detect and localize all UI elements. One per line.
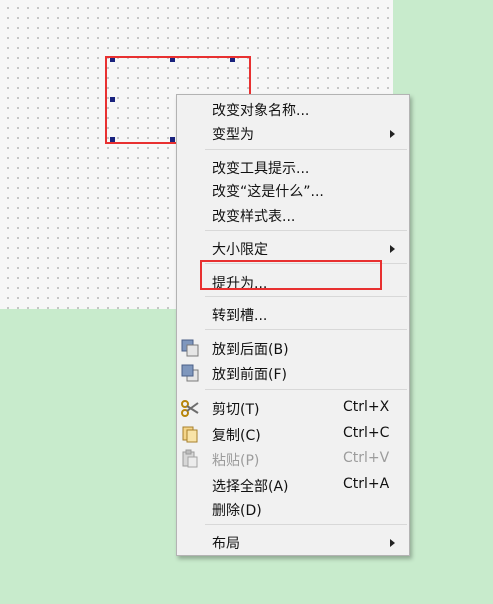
- menu-item-label: 选择全部(A): [212, 479, 289, 495]
- menu-item-label: 剪切(T): [212, 402, 260, 418]
- menu-separator: [205, 524, 407, 525]
- menu-item-rename-object[interactable]: 改变对象名称...: [177, 97, 409, 121]
- menu-item-delete[interactable]: 删除(D): [177, 497, 409, 521]
- menu-item-label: 布局: [212, 536, 240, 552]
- menu-separator: [205, 230, 407, 231]
- menu-item-select-all[interactable]: 选择全部(A) Ctrl+A: [177, 473, 409, 497]
- paste-icon: [180, 449, 200, 469]
- menu-item-promote-to[interactable]: 提升为...: [177, 270, 409, 294]
- menu-separator: [205, 296, 407, 297]
- menu-item-morph-into[interactable]: 变型为: [177, 121, 409, 145]
- menu-item-label: 提升为...: [212, 276, 268, 292]
- menu-item-label: 复制(C): [212, 428, 261, 444]
- menu-item-size-constraints[interactable]: 大小限定: [177, 236, 409, 260]
- copy-icon: [180, 424, 200, 444]
- resize-handle-top-left[interactable]: [110, 57, 115, 62]
- menu-item-go-to-slot[interactable]: 转到槽...: [177, 302, 409, 326]
- menu-item-label: 放到前面(F): [212, 367, 287, 383]
- menu-separator: [205, 149, 407, 150]
- menu-item-label: 粘贴(P): [212, 453, 260, 469]
- menu-item-bring-to-front[interactable]: 放到前面(F): [177, 361, 409, 385]
- menu-item-shortcut: Ctrl+A: [343, 476, 390, 492]
- menu-item-shortcut: Ctrl+C: [343, 425, 390, 441]
- menu-item-send-to-back[interactable]: 放到后面(B): [177, 336, 409, 360]
- menu-item-label: 大小限定: [212, 242, 268, 258]
- menu-item-layout[interactable]: 布局: [177, 530, 409, 554]
- menu-item-cut[interactable]: 剪切(T) Ctrl+X: [177, 396, 409, 420]
- send-to-back-icon: [180, 338, 200, 358]
- scissors-icon: [180, 398, 200, 418]
- menu-item-shortcut: Ctrl+X: [343, 399, 390, 415]
- context-menu: 改变对象名称... 变型为 改变工具提示... 改变“这是什么”... 改变样式…: [176, 94, 410, 556]
- menu-item-label: 改变样式表...: [212, 209, 296, 225]
- menu-item-label: 改变对象名称...: [212, 103, 310, 119]
- menu-separator: [205, 329, 407, 330]
- resize-handle-left[interactable]: [110, 97, 115, 102]
- menu-item-label: 转到槽...: [212, 308, 268, 324]
- submenu-arrow-icon: [390, 130, 395, 138]
- submenu-arrow-icon: [390, 539, 395, 547]
- submenu-arrow-icon: [390, 245, 395, 253]
- menu-item-label: 改变工具提示...: [212, 161, 310, 177]
- resize-handle-bottom[interactable]: [170, 137, 175, 142]
- menu-item-shortcut: Ctrl+V: [343, 450, 390, 466]
- menu-item-change-whatsthis[interactable]: 改变“这是什么”...: [177, 178, 409, 202]
- menu-item-paste: 粘贴(P) Ctrl+V: [177, 447, 409, 471]
- resize-handle-top-right[interactable]: [230, 57, 235, 62]
- menu-item-label: 改变“这是什么”...: [212, 184, 324, 200]
- menu-separator: [205, 389, 407, 390]
- menu-item-label: 放到后面(B): [212, 342, 289, 358]
- menu-item-copy[interactable]: 复制(C) Ctrl+C: [177, 422, 409, 446]
- resize-handle-bottom-left[interactable]: [110, 137, 115, 142]
- resize-handle-top[interactable]: [170, 57, 175, 62]
- menu-item-change-stylesheet[interactable]: 改变样式表...: [177, 203, 409, 227]
- menu-separator: [205, 263, 407, 264]
- menu-item-change-tooltip[interactable]: 改变工具提示...: [177, 155, 409, 179]
- menu-item-label: 删除(D): [212, 503, 262, 519]
- bring-to-front-icon: [180, 363, 200, 383]
- menu-item-label: 变型为: [212, 127, 254, 143]
